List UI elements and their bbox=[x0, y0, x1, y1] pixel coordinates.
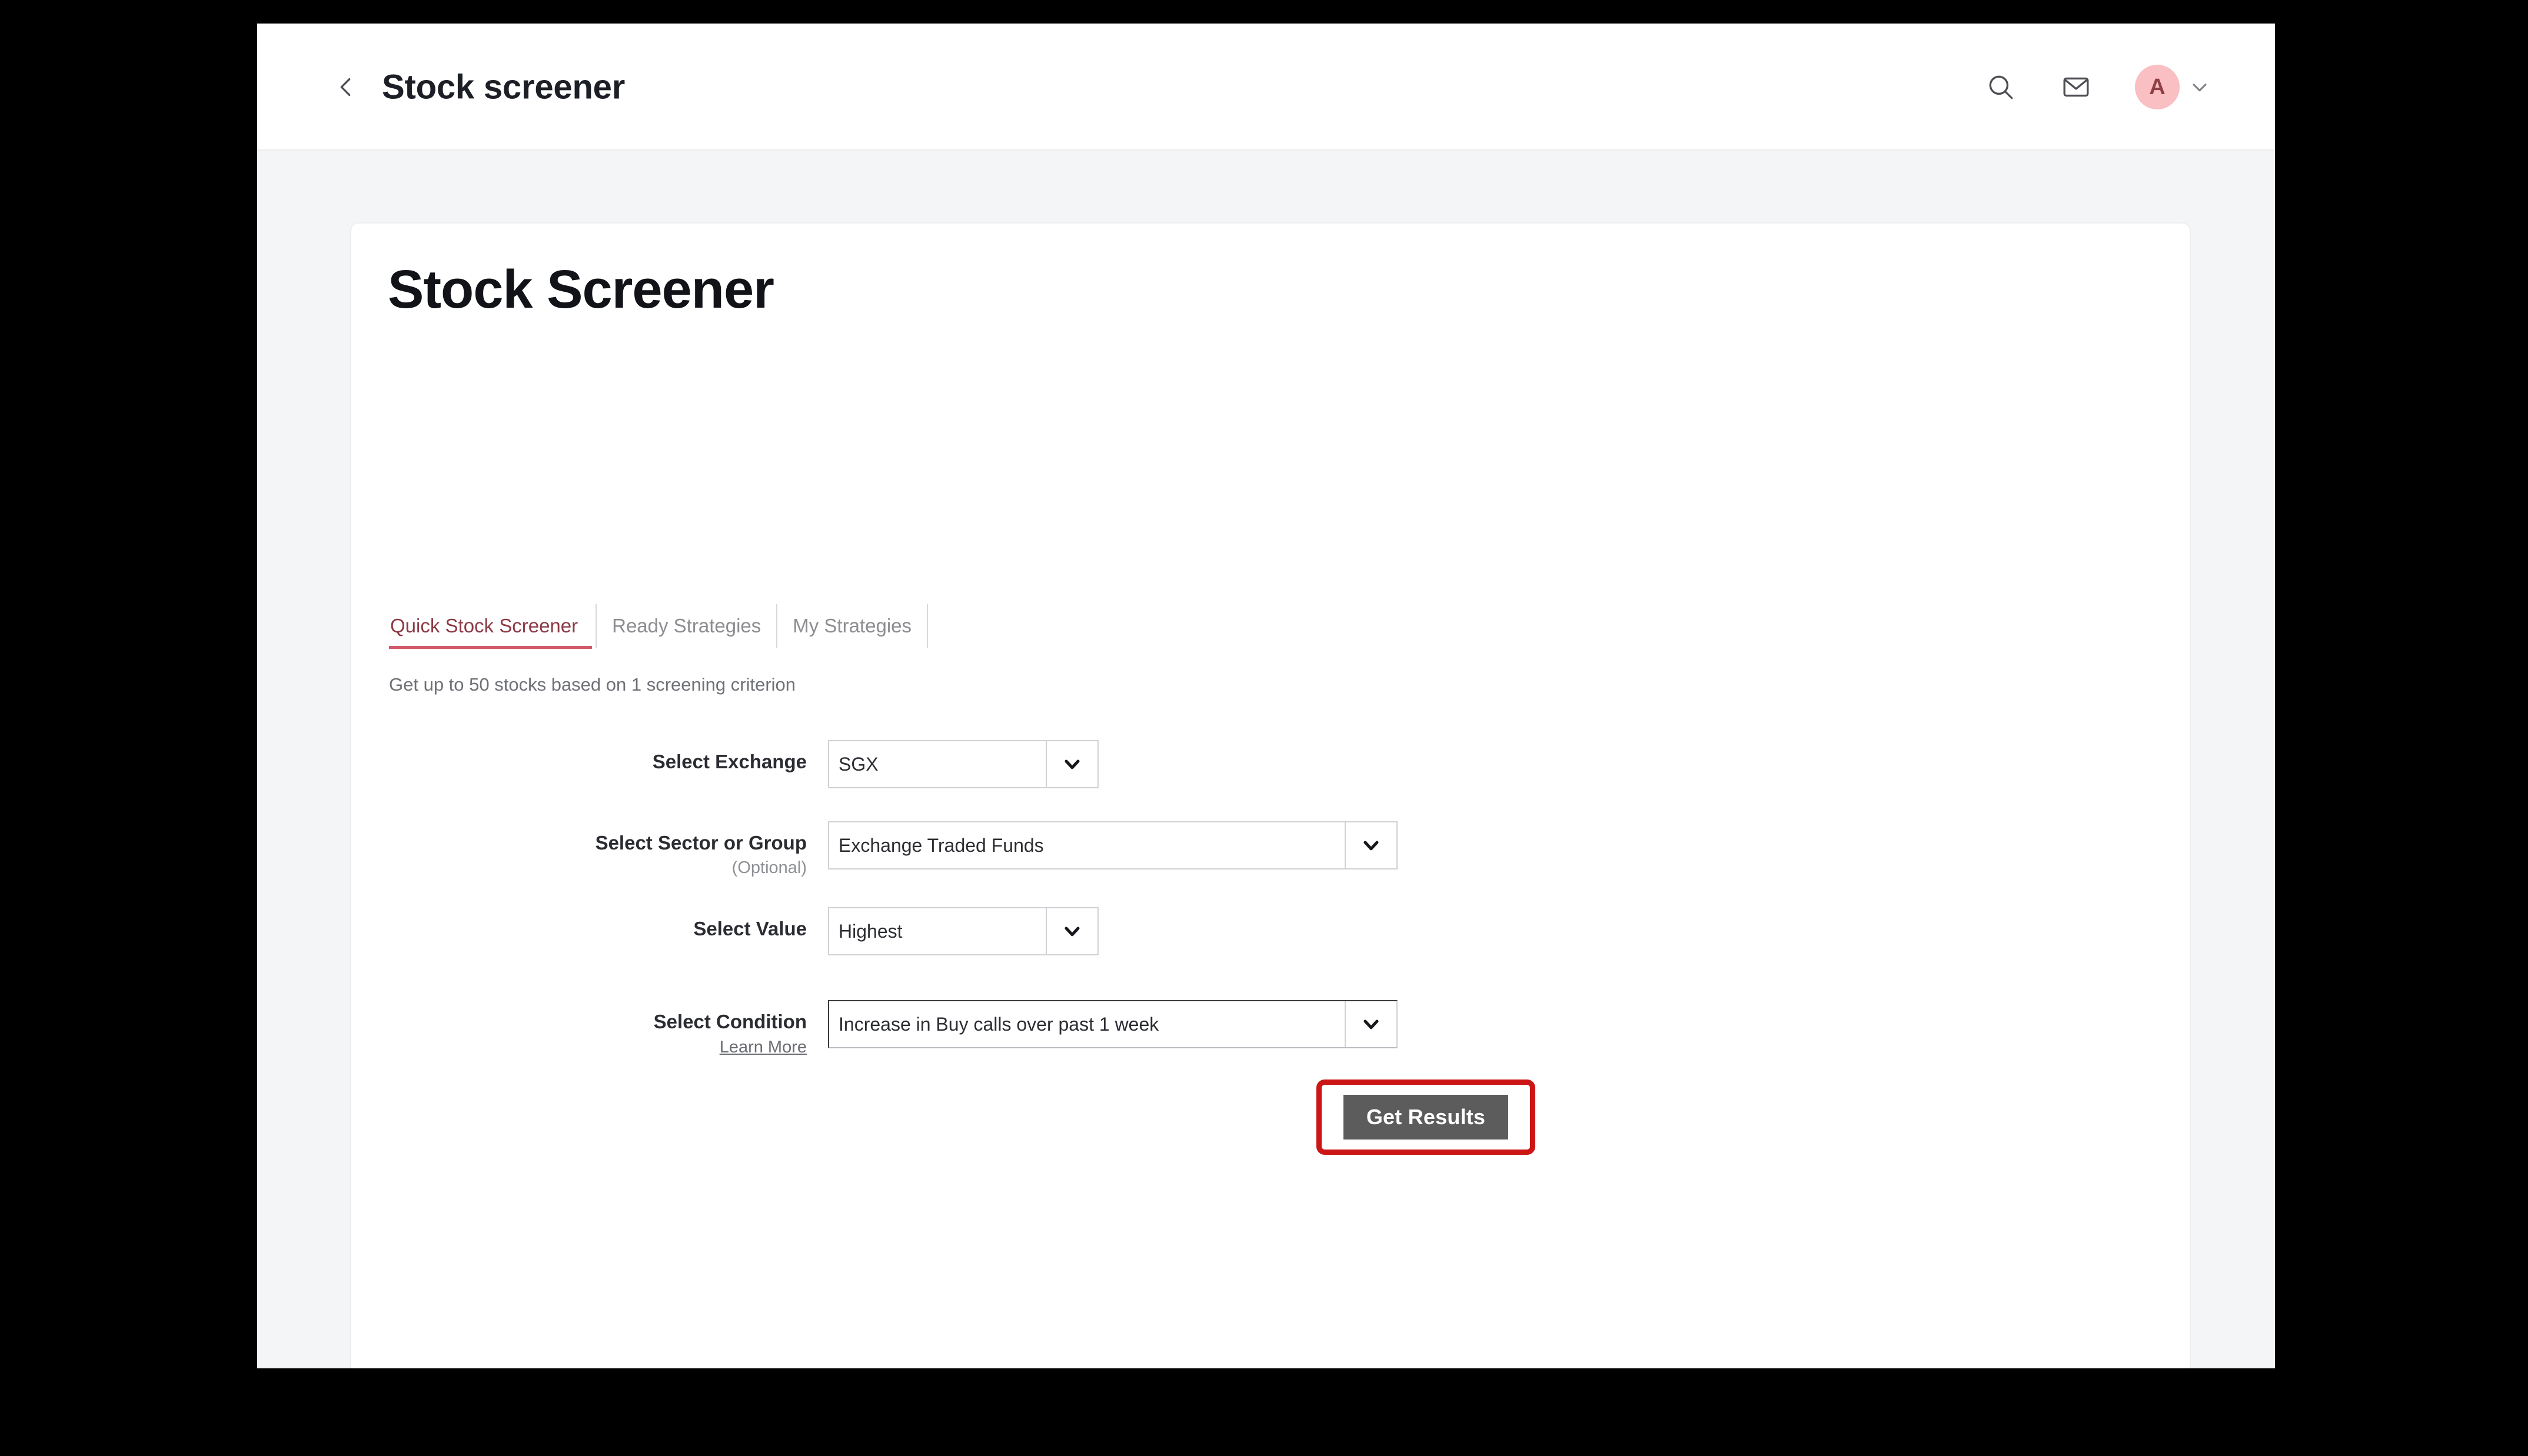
field-label-value: Select Value bbox=[351, 907, 828, 940]
select-exchange[interactable]: SGX bbox=[828, 740, 1099, 788]
field-label-exchange: Select Exchange bbox=[351, 740, 828, 773]
form-row-sector: Select Sector or Group (Optional) Exchan… bbox=[351, 821, 1398, 878]
tab-label: Ready Strategies bbox=[612, 615, 761, 637]
header-actions: A bbox=[1984, 65, 2211, 109]
search-icon bbox=[1986, 72, 2015, 102]
field-label-sector: Select Sector or Group (Optional) bbox=[351, 821, 828, 878]
chevron-down-icon[interactable] bbox=[1345, 822, 1396, 868]
chevron-left-icon bbox=[332, 74, 360, 101]
select-condition[interactable]: Increase in Buy calls over past 1 week bbox=[828, 1000, 1398, 1048]
field-label-text: Select Value bbox=[693, 918, 807, 939]
chevron-down-icon bbox=[2188, 75, 2211, 99]
tab-separator bbox=[927, 604, 929, 648]
tab-bar: Quick Stock Screener Ready Strategies My… bbox=[389, 603, 929, 649]
tab-ready-strategies[interactable]: Ready Strategies bbox=[597, 603, 776, 649]
form-row-value: Select Value Highest bbox=[351, 907, 1099, 955]
form-row-exchange: Select Exchange SGX bbox=[351, 740, 1099, 788]
field-label-text: Select Condition bbox=[653, 1011, 807, 1032]
tab-my-strategies[interactable]: My Strategies bbox=[777, 603, 927, 649]
avatar: A bbox=[2135, 65, 2180, 109]
get-results-button[interactable]: Get Results bbox=[1343, 1095, 1508, 1140]
tab-label: Quick Stock Screener bbox=[390, 615, 578, 637]
chevron-down-icon[interactable] bbox=[1046, 908, 1097, 954]
select-value-value: Highest bbox=[839, 920, 903, 942]
field-label-text: Select Exchange bbox=[652, 751, 807, 772]
select-sector-value: Exchange Traded Funds bbox=[839, 834, 1044, 856]
page-header-title: Stock screener bbox=[382, 68, 626, 106]
account-menu[interactable]: A bbox=[2135, 65, 2211, 109]
field-label-condition: Select Condition Learn More bbox=[351, 1000, 828, 1057]
field-label-text: Select Sector or Group bbox=[595, 832, 807, 854]
select-sector-or-group[interactable]: Exchange Traded Funds bbox=[828, 821, 1398, 869]
app-header: Stock screener A bbox=[257, 24, 2275, 151]
screener-subtitle: Get up to 50 stocks based on 1 screening… bbox=[389, 674, 796, 695]
back-button[interactable] bbox=[328, 69, 364, 105]
get-results-highlight: Get Results bbox=[1316, 1079, 1535, 1155]
select-condition-value: Increase in Buy calls over past 1 week bbox=[839, 1013, 1159, 1035]
form-row-condition: Select Condition Learn More Increase in … bbox=[351, 1000, 1398, 1057]
envelope-icon bbox=[2061, 72, 2091, 102]
page-title: Stock Screener bbox=[388, 259, 774, 319]
tab-quick-stock-screener[interactable]: Quick Stock Screener bbox=[389, 603, 596, 649]
search-button[interactable] bbox=[1984, 71, 2017, 104]
mail-button[interactable] bbox=[2060, 71, 2093, 104]
screener-card: Stock Screener Quick Stock Screener Read… bbox=[350, 222, 2191, 1368]
app-viewport: Stock screener A Stock Screener Quick St… bbox=[257, 24, 2275, 1368]
select-exchange-value: SGX bbox=[839, 753, 879, 775]
field-label-optional: (Optional) bbox=[731, 858, 807, 877]
chevron-down-icon[interactable] bbox=[1046, 741, 1097, 787]
tab-label: My Strategies bbox=[793, 615, 912, 637]
learn-more-link[interactable]: Learn More bbox=[720, 1038, 807, 1057]
chevron-down-icon[interactable] bbox=[1345, 1001, 1396, 1047]
select-value[interactable]: Highest bbox=[828, 907, 1099, 955]
